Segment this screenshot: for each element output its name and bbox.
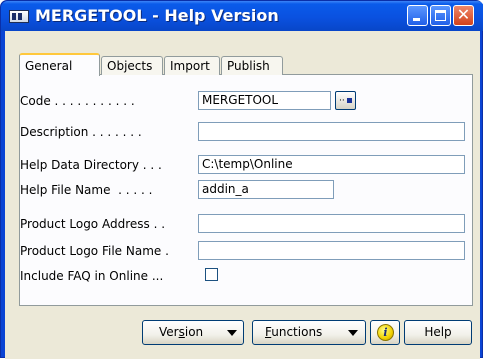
window-title: MERGETOOL - Help Version: [35, 6, 279, 25]
lookup-icon: [347, 98, 352, 103]
info-icon: i: [377, 324, 394, 341]
help-button[interactable]: Help: [404, 320, 472, 345]
dialog-window: MERGETOOL - Help Version ✕ General Objec…: [0, 0, 483, 359]
functions-button-label: Functions: [265, 325, 323, 339]
chevron-down-icon: [227, 330, 237, 336]
code-label: Code . . . . . . . . . . .: [20, 94, 135, 108]
version-button-label: Version: [159, 325, 204, 339]
product-logo-address-field[interactable]: [198, 214, 465, 233]
include-faq-checkbox[interactable]: [205, 268, 218, 281]
tab-general[interactable]: General: [19, 53, 100, 76]
title-bar[interactable]: MERGETOOL - Help Version ✕: [1, 1, 483, 31]
app-icon[interactable]: [9, 10, 29, 23]
description-field[interactable]: [198, 122, 465, 141]
help-file-name-field[interactable]: addin_a: [198, 180, 334, 199]
lookup-dots-icon: ··: [339, 96, 345, 106]
include-faq-label: Include FAQ in Online ...: [20, 269, 164, 283]
code-field[interactable]: MERGETOOL: [198, 91, 331, 110]
help-data-directory-field[interactable]: C:\temp\Online: [198, 155, 465, 174]
maximize-icon: [435, 10, 446, 21]
functions-button[interactable]: Functions: [252, 320, 366, 345]
tab-objects[interactable]: Objects: [101, 56, 163, 75]
minimize-icon: [413, 18, 420, 21]
version-button[interactable]: Version: [142, 320, 244, 345]
help-button-label: Help: [424, 325, 452, 339]
code-lookup-button[interactable]: ··: [335, 91, 356, 110]
product-logo-file-name-field[interactable]: [198, 241, 465, 260]
help-file-name-label: Help File Name . . . . .: [20, 183, 153, 197]
product-logo-address-label: Product Logo Address . .: [20, 217, 166, 231]
chevron-down-icon: [348, 330, 358, 336]
info-button[interactable]: i: [370, 320, 400, 345]
minimize-button[interactable]: [407, 5, 428, 26]
close-button[interactable]: ✕: [453, 5, 474, 26]
maximize-button[interactable]: [430, 5, 451, 26]
description-label: Description . . . . . . .: [20, 125, 142, 139]
tab-publish[interactable]: Publish: [221, 56, 283, 75]
help-data-directory-label: Help Data Directory . . .: [20, 158, 162, 172]
close-icon: ✕: [456, 5, 471, 24]
tab-import[interactable]: Import: [164, 56, 220, 75]
product-logo-file-name-label: Product Logo File Name .: [20, 244, 169, 258]
